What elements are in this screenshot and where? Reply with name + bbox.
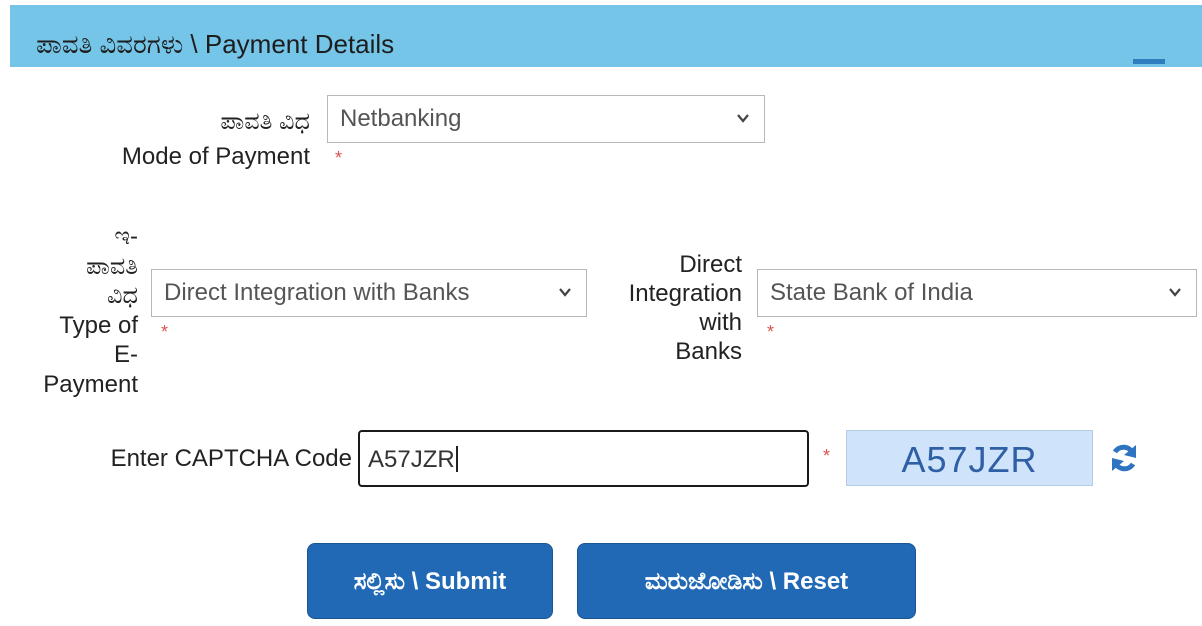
direct-integration-label-line: Banks (675, 338, 742, 365)
bank-select[interactable]: State Bank of India (757, 269, 1197, 317)
type-of-epayment-label-line: ಇ- (114, 223, 138, 250)
type-of-epayment-label-line: E- (114, 341, 138, 368)
captcha-input[interactable]: A57JZR (358, 430, 809, 487)
captcha-image: A57JZR (846, 430, 1093, 486)
mode-of-payment-select[interactable]: Netbanking (327, 95, 765, 143)
captcha-code: A57JZR (901, 439, 1038, 480)
reset-button[interactable]: ಮರುಜೋಡಿಸು \ Reset (577, 543, 916, 619)
chevron-down-icon (737, 114, 749, 123)
required-mark: * (767, 322, 775, 342)
captcha-label: Enter CAPTCHA Code (110, 445, 352, 472)
direct-integration-label-line: Integration (628, 280, 742, 307)
type-of-epayment-label: ಇ- ಪಾವತಿ ವಿಧ Type of E- Payment (20, 222, 138, 399)
direct-integration-label-line: Direct (679, 251, 742, 278)
type-of-epayment-label-line: ಪಾವತಿ (86, 252, 138, 280)
type-of-epayment-label-line: ವಿಧ (107, 282, 138, 309)
direct-integration-label-line: with (699, 309, 742, 336)
required-mark: * (335, 148, 343, 168)
required-mark: * (161, 322, 169, 342)
type-of-epayment-label-line: Payment (43, 370, 138, 398)
type-of-epayment-label-line: Type of (59, 311, 138, 339)
type-of-epayment-value: Direct Integration with Banks (164, 279, 470, 306)
panel-header: ಪಾವತಿ ವಿವರಗಳು \ Payment Details (10, 5, 1202, 67)
submit-button[interactable]: ಸಲ್ಲಿಸು \ Submit (307, 543, 553, 619)
captcha-input-value: A57JZR (368, 446, 458, 474)
mode-of-payment-value: Netbanking (340, 105, 462, 132)
bank-value: State Bank of India (770, 279, 973, 306)
collapse-icon[interactable] (1133, 59, 1165, 64)
chevron-down-icon (1169, 288, 1181, 297)
required-mark: * (823, 446, 831, 466)
mode-of-payment-label: ಪಾವತಿ ವಿಧ Mode of Payment (60, 107, 310, 171)
mode-of-payment-label-kn: ಪಾವತಿ ವಿಧ (220, 108, 310, 135)
chevron-down-icon (559, 288, 571, 297)
panel-title: ಪಾವತಿ ವಿವರಗಳು \ Payment Details (36, 29, 395, 59)
refresh-icon[interactable] (1109, 441, 1139, 475)
type-of-epayment-select[interactable]: Direct Integration with Banks (151, 269, 587, 317)
direct-integration-label: Direct Integration with Banks (596, 250, 742, 366)
mode-of-payment-label-en: Mode of Payment (121, 143, 310, 170)
